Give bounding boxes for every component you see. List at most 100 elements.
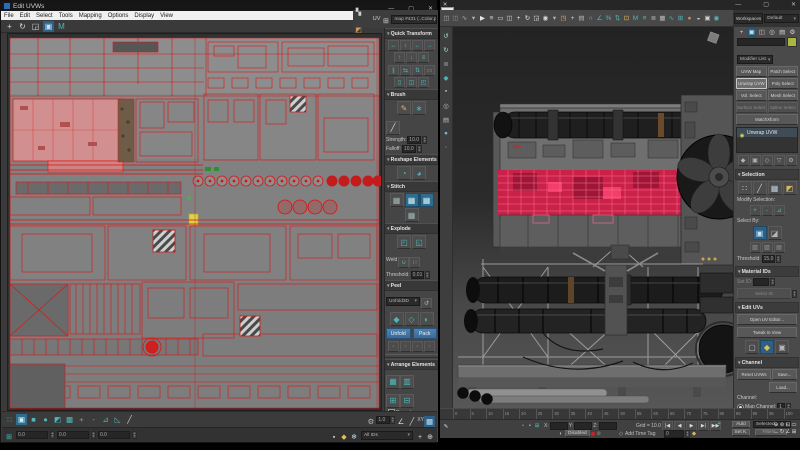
w-spinner[interactable] <box>132 431 137 439</box>
save-uvs-button[interactable]: Save... <box>772 369 797 380</box>
point-to-point-select-icon[interactable]: ╱ <box>124 414 135 425</box>
uvw-reset-icon-icon[interactable]: ▣ <box>775 340 789 354</box>
break-by-material-id-icon[interactable]: ◱ <box>412 235 426 249</box>
timeline-track-bar[interactable]: 0510152025303540455055606570758085909510… <box>440 408 800 419</box>
pack-button[interactable]: Pack <box>413 328 438 339</box>
close-main-icon[interactable]: ✕ <box>791 1 796 8</box>
hierarchy-tab-icon[interactable]: ◫ <box>757 28 766 37</box>
mirror-icon[interactable]: M <box>631 12 640 24</box>
model-launcher-assembly[interactable] <box>458 245 734 405</box>
uv-element-toggle-icon[interactable]: ● <box>40 414 51 425</box>
mirror-tool-icon[interactable]: M <box>56 21 67 32</box>
configure-modifier-sets-icon[interactable]: ⚙ <box>786 155 797 166</box>
object-color-swatch[interactable] <box>787 37 797 47</box>
align-element-icon[interactable]: ◰ <box>418 77 429 88</box>
selection-rollout-header[interactable]: Selection <box>735 169 799 180</box>
render-production-icon[interactable]: ◉ <box>712 12 721 24</box>
workspace-dropdown[interactable]: Default <box>764 14 799 23</box>
pelt-map-icon[interactable]: ◐ <box>420 312 434 326</box>
align-pivot-icon[interactable]: ▯ <box>394 77 405 88</box>
by-element-toggle-icon[interactable]: ◩ <box>783 181 797 195</box>
strength-spinner[interactable] <box>422 136 427 144</box>
render-frame-icon[interactable]: ▣ <box>703 12 712 24</box>
uvw-axis-toggle-icon[interactable]: ▦ <box>424 416 435 427</box>
straighten-icon[interactable]: ◫ <box>406 77 417 88</box>
u-spinner[interactable] <box>50 431 55 439</box>
menu-item-tools[interactable]: Tools <box>59 13 73 19</box>
quick-peel-icon[interactable]: ◆ <box>390 312 404 326</box>
reset-peel-icon[interactable]: ↺ <box>421 298 432 309</box>
menu-item-select[interactable]: Select <box>36 13 53 19</box>
schematic-view-icon[interactable]: ⊞ <box>676 12 685 24</box>
uv-face-mode-icon[interactable]: ■ <box>28 414 39 425</box>
soft-selection-icon[interactable]: ▩ <box>64 414 75 425</box>
named-selection-sets-icon[interactable]: ⊡ <box>622 12 631 24</box>
brush-header[interactable]: Brush <box>385 89 438 100</box>
select-id-button[interactable]: Select ID <box>737 288 791 299</box>
pan-view-icon[interactable]: + <box>415 433 425 443</box>
object-name-field[interactable] <box>737 38 785 46</box>
peel-header[interactable]: Peel <box>385 280 438 291</box>
v-spinner[interactable] <box>91 431 96 439</box>
seam-clear-icon[interactable]: ▫ <box>424 341 435 352</box>
unfold-button[interactable]: Unfold <box>386 328 411 339</box>
select-and-rotate-icon[interactable]: ↻ <box>523 12 532 24</box>
create-key-plus-icon[interactable]: + <box>716 420 722 427</box>
w-coordinate-field[interactable]: 0.0 <box>98 431 130 439</box>
select-ring-icon[interactable]: ◺ <box>112 414 123 425</box>
v-coordinate-field[interactable]: 0.0 <box>57 431 89 439</box>
select-loop-cp-icon[interactable]: ⊿ <box>774 205 785 216</box>
weld-all-icon[interactable]: ∷ <box>409 257 420 268</box>
filter-freeze-icon[interactable]: ❄ <box>349 432 359 442</box>
show-checker-icon[interactable]: ▚ <box>354 8 363 17</box>
select-id-spinner[interactable] <box>792 290 797 298</box>
add-time-tag-label[interactable]: Add Time Tag <box>625 431 655 437</box>
curve-editor-icon[interactable]: ∿ <box>667 12 676 24</box>
material-id-filter-dropdown[interactable]: All IDs <box>361 431 413 440</box>
pack-normalize-icon[interactable]: ▦ <box>386 375 400 389</box>
render-setup-icon[interactable]: ◒ <box>694 12 703 24</box>
utilities-tab-icon[interactable]: ⚙ <box>788 28 797 37</box>
selection-dot-icon[interactable]: • <box>520 422 526 429</box>
modifier-list-dropdown[interactable]: Modifier List <box>737 55 773 64</box>
graphite-ribbon-icon[interactable]: ▦ <box>658 12 667 24</box>
modify-tab-icon[interactable]: ▣ <box>747 28 756 37</box>
modifier-button-uvw-map[interactable]: UVW Map <box>736 66 767 77</box>
modifier-button-matchxform[interactable]: MatchXform <box>736 114 798 125</box>
remove-modifier-icon[interactable]: ▽ <box>774 155 785 166</box>
maxscript-listener-icon[interactable]: ✎ <box>443 423 449 430</box>
shrink-selection-icon[interactable]: - <box>88 414 99 425</box>
make-unique-icon[interactable]: ◇ <box>762 155 773 166</box>
set-id-spinner[interactable] <box>770 278 775 286</box>
layers-icon[interactable]: ≣ <box>442 59 451 68</box>
modifier-button-vol-select[interactable]: Vol. Select <box>736 90 767 101</box>
angle-snap-icon[interactable]: ∠ <box>595 12 604 24</box>
percent-snap-icon[interactable]: % <box>604 12 613 24</box>
grow-selection-icon[interactable]: + <box>76 414 87 425</box>
rearrange-icon[interactable]: ⊟ <box>400 394 414 408</box>
pack-custom-icon[interactable]: ⊞ <box>386 394 400 408</box>
load-uvs-button[interactable]: Load... <box>769 382 797 393</box>
select-by-name-icon[interactable]: ≡ <box>487 12 496 24</box>
modifier-stack[interactable]: ◉ Unwrap UVW <box>736 127 798 153</box>
selection-filter-icon[interactable]: ▾ <box>469 12 478 24</box>
window-crossing-icon[interactable]: ◫ <box>505 12 514 24</box>
arrange-header[interactable]: Arrange Elements <box>385 359 438 370</box>
create-tab-icon[interactable]: + <box>737 28 746 37</box>
scale-tool-icon[interactable]: ◲ <box>30 21 41 32</box>
y-coordinate-field[interactable] <box>574 422 592 430</box>
select-and-link-icon[interactable]: ◫ <box>442 12 451 24</box>
modifier-button-surface-select[interactable]: Surface Select <box>736 102 767 113</box>
texture-dropdown[interactable]: map #431 (..Color.png) <box>391 15 437 24</box>
max-titlebar[interactable]: ✕ —▢✕ <box>440 0 800 10</box>
unlink-selection-icon[interactable]: ◫ <box>451 12 460 24</box>
align-vertical-icon[interactable]: ↕ <box>400 40 411 51</box>
menu-item-options[interactable]: Options <box>108 13 129 19</box>
select-and-move-icon[interactable]: + <box>514 12 523 24</box>
modifier-button-mesh-select[interactable]: Mesh Select <box>768 90 799 101</box>
weld-selected-icon[interactable]: ∪ <box>398 257 409 268</box>
material-ids-rollout-header[interactable]: Material IDs <box>735 266 799 277</box>
set-key-button[interactable]: Set K. <box>732 429 750 436</box>
reference-coordinate-system-icon[interactable]: ▾ <box>550 12 559 24</box>
rectangular-selection-icon[interactable]: ▭ <box>496 12 505 24</box>
